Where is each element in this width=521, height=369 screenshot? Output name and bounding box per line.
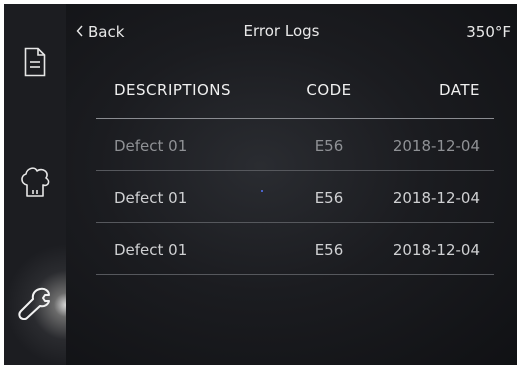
row-code: E56: [314, 137, 344, 155]
table-row[interactable]: Defect 01 E56 2018-12-04: [96, 171, 494, 223]
sidebar-item-recipes[interactable]: [4, 124, 66, 244]
sidebar: [4, 4, 66, 365]
row-description: Defect 01: [114, 189, 188, 207]
row-date: 2018-12-04: [392, 241, 480, 259]
page-title: Error Logs: [243, 22, 320, 40]
column-header-descriptions: DESCRIPTIONS: [114, 81, 232, 99]
wrench-icon: [18, 286, 52, 324]
row-description: Defect 01: [114, 241, 188, 259]
document-icon: [24, 47, 46, 81]
column-header-date: DATE: [438, 81, 480, 99]
row-date: 2018-12-04: [392, 189, 480, 207]
top-bar: Back Error Logs 350°F: [66, 4, 517, 50]
table-row[interactable]: Defect 01 E56 2018-12-04: [96, 223, 494, 275]
oven-screen: Back Error Logs 350°F DESCRIPTIONS CODE …: [4, 4, 517, 365]
table-row[interactable]: Defect 01 E56 2018-12-04: [96, 119, 494, 171]
row-description: Defect 01: [114, 137, 188, 155]
chef-hat-icon: [18, 165, 52, 203]
row-code: E56: [314, 241, 344, 259]
temperature-readout: 350°F: [466, 23, 511, 41]
column-header-code: CODE: [306, 81, 352, 99]
indicator-dot: [261, 190, 263, 192]
row-code: E56: [314, 189, 344, 207]
sidebar-item-document[interactable]: [4, 4, 66, 124]
error-log-table: DESCRIPTIONS CODE DATE Defect 01 E56 201…: [96, 66, 494, 275]
table-header: DESCRIPTIONS CODE DATE: [96, 66, 494, 119]
row-date: 2018-12-04: [392, 137, 480, 155]
sidebar-item-service[interactable]: [4, 245, 66, 365]
